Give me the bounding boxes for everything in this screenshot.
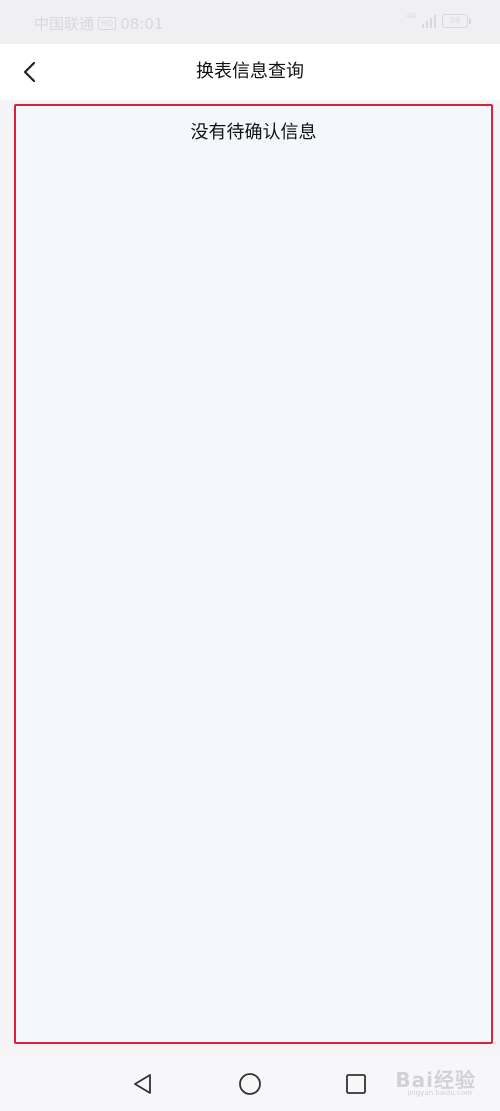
network-type: 4G [406,12,416,20]
status-bar: 中国联通 HD 08:01 4G 59 [0,0,500,44]
content-panel: 没有待确认信息 [14,104,493,1044]
triangle-back-icon [134,1074,151,1094]
system-recent-button[interactable] [343,1071,369,1097]
carrier-name: 中国联通 [34,15,95,33]
watermark-sub: jingyan.baidu.com [407,1089,472,1097]
chevron-left-icon [23,61,36,83]
hd-badge: HD [98,17,117,30]
system-back-button[interactable] [130,1071,156,1097]
status-time: 08:01 [120,14,164,33]
status-right: 4G 59 [406,12,471,28]
empty-message: 没有待确认信息 [190,122,317,143]
circle-home-icon [239,1073,261,1095]
system-home-button[interactable] [237,1071,263,1097]
page-title: 换表信息查询 [196,61,304,82]
square-recent-icon [346,1074,366,1094]
battery-icon: 59 [442,14,471,28]
screen: 中国联通 HD 08:01 4G 59 换表信息查询 没有待确认信息 Bai经验… [0,0,500,1111]
status-left: 中国联通 HD 08:01 [34,13,163,34]
battery-level: 59 [449,16,461,25]
back-button[interactable] [14,56,46,88]
signal-icon [422,14,436,28]
nav-header: 换表信息查询 [0,44,500,100]
